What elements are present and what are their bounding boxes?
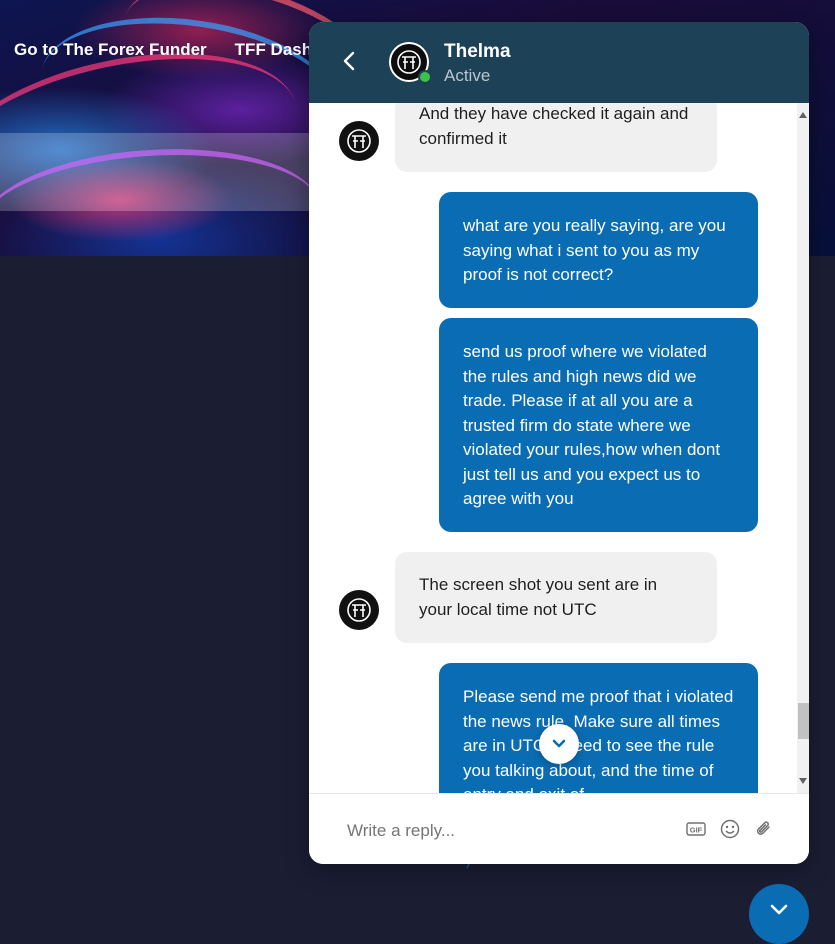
gif-icon[interactable]: GIF	[685, 818, 707, 840]
chat-launcher-button[interactable]	[749, 884, 809, 944]
agent-name: Thelma	[444, 41, 511, 62]
svg-text:GIF: GIF	[690, 826, 703, 835]
reply-composer: GIF	[309, 793, 809, 864]
message-text: And they have checked it again and confi…	[419, 104, 689, 148]
message-text: what are you really saying, are you sayi…	[463, 216, 726, 284]
message-text: send us proof where we violated the rule…	[463, 342, 721, 508]
emoji-icon[interactable]	[719, 818, 741, 840]
message-list[interactable]: And they have checked it again and confi…	[309, 103, 797, 793]
message-scrollbar[interactable]	[797, 103, 809, 793]
incoming-message: And they have checked it again and confi…	[395, 103, 717, 172]
chevron-down-icon	[770, 904, 788, 915]
tff-logo-icon	[347, 598, 371, 622]
scroll-thumb[interactable]	[798, 703, 809, 739]
outgoing-message: what are you really saying, are you sayi…	[439, 192, 758, 308]
hero-search-band	[0, 133, 320, 211]
nav-link-forex-funder[interactable]: Go to The Forex Funder	[14, 40, 207, 60]
tff-logo-icon	[347, 129, 371, 153]
reply-input[interactable]	[345, 816, 649, 846]
chevron-down-icon	[552, 739, 566, 748]
message-text: Please send me proof that i violated the…	[463, 687, 734, 793]
outgoing-message: Please send me proof that i violated the…	[439, 663, 758, 793]
scroll-up-arrow-icon[interactable]	[797, 108, 809, 122]
top-navigation: Go to The Forex Funder TFF Dashboard	[14, 40, 359, 60]
agent-status: Active	[444, 66, 491, 85]
incoming-message: The screen shot you sent are in your loc…	[395, 552, 717, 643]
scroll-down-arrow-icon[interactable]	[797, 774, 809, 788]
outgoing-message: send us proof where we violated the rule…	[439, 318, 758, 532]
tff-logo-icon	[397, 50, 421, 74]
attachment-icon[interactable]	[753, 818, 775, 840]
message-text: The screen shot you sent are in your loc…	[419, 575, 658, 619]
chat-header: Thelma Active	[309, 22, 809, 103]
chevron-left-icon	[343, 51, 355, 71]
jump-to-latest-button[interactable]	[539, 724, 579, 764]
online-status-dot	[418, 70, 432, 84]
agent-message-avatar	[339, 121, 379, 161]
back-button[interactable]	[335, 46, 363, 76]
agent-message-avatar	[339, 590, 379, 630]
chat-window: Thelma Active And they have checked it a…	[309, 22, 809, 864]
